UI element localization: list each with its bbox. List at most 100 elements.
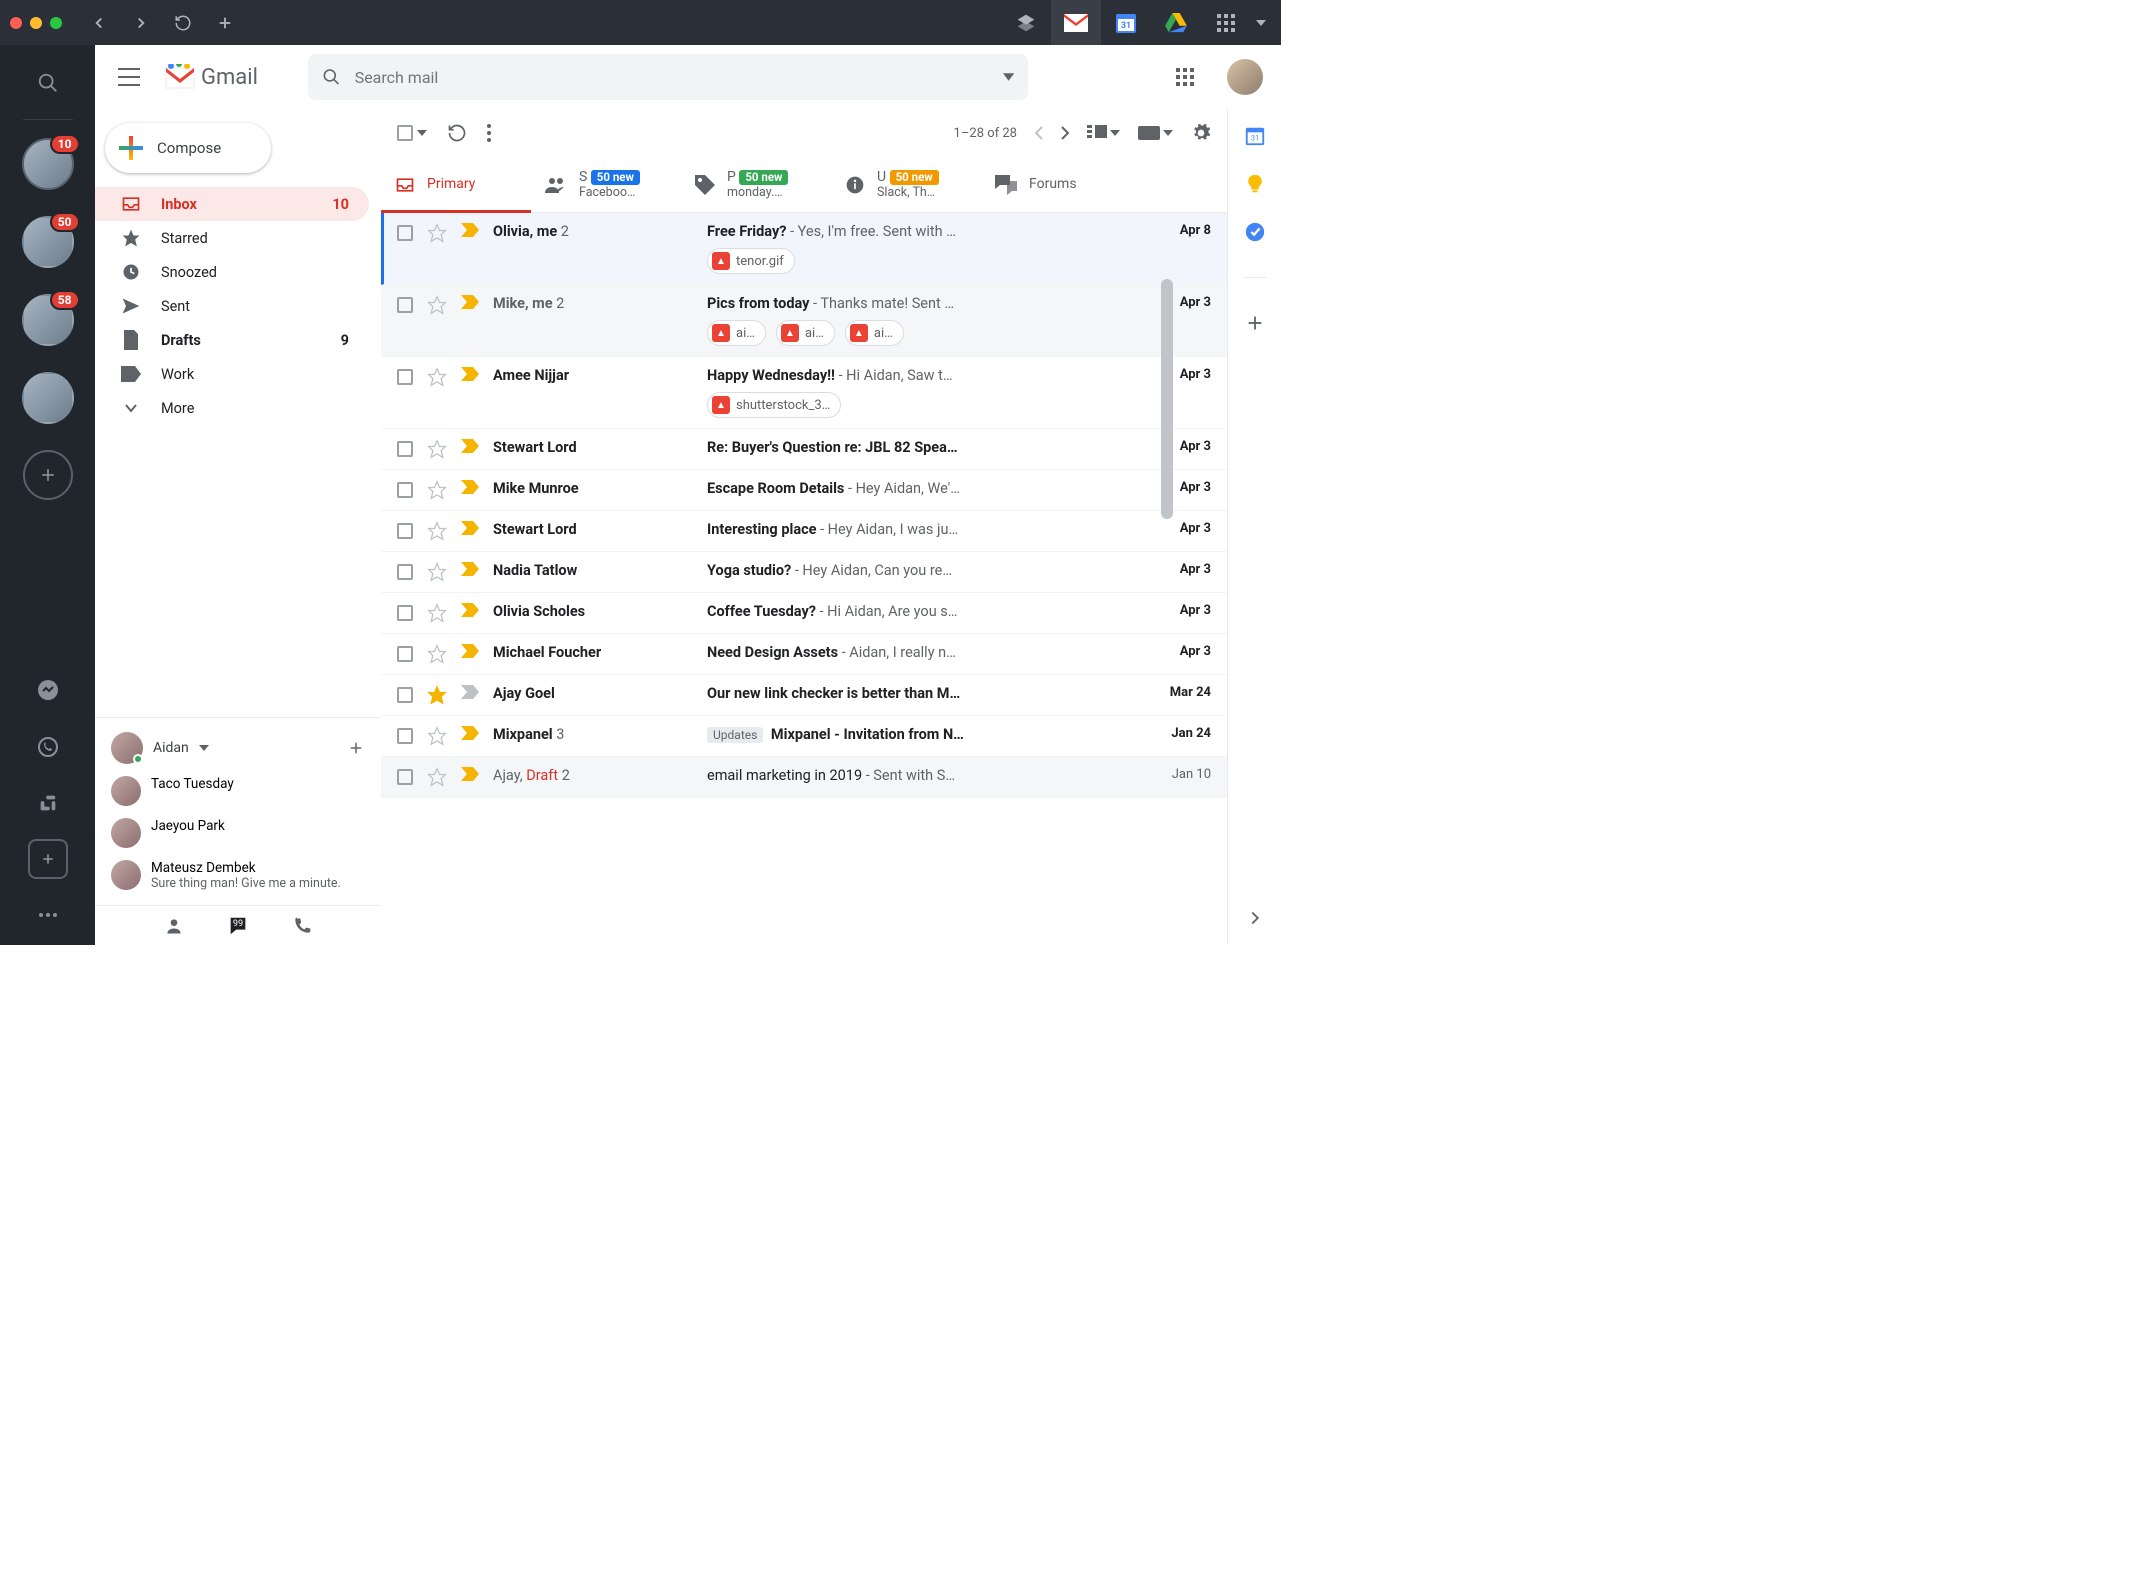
importance-marker[interactable] bbox=[461, 223, 479, 237]
star-icon[interactable] bbox=[427, 521, 447, 541]
minimize-window[interactable] bbox=[30, 17, 42, 29]
search-input[interactable] bbox=[355, 68, 1003, 87]
star-icon[interactable] bbox=[427, 603, 447, 623]
tasks-sidepanel-icon[interactable] bbox=[1244, 221, 1266, 243]
tab-primary[interactable]: Primary bbox=[381, 157, 531, 212]
star-icon[interactable] bbox=[427, 562, 447, 582]
addons-button[interactable] bbox=[1244, 312, 1266, 334]
attachment-chip[interactable]: ▲tenor.gif bbox=[707, 248, 795, 274]
star-icon[interactable] bbox=[427, 367, 447, 387]
nav-snoozed[interactable]: Snoozed bbox=[95, 255, 369, 289]
star-icon[interactable] bbox=[427, 295, 447, 315]
hangouts-contact[interactable]: Taco Tuesday bbox=[95, 770, 381, 812]
messenger-icon[interactable] bbox=[28, 671, 68, 711]
nav-back[interactable] bbox=[78, 0, 120, 45]
calendar-app-icon[interactable]: 31 bbox=[1101, 0, 1151, 45]
main-menu-icon[interactable] bbox=[105, 53, 153, 101]
new-tab-button[interactable] bbox=[204, 0, 246, 45]
refresh-button[interactable] bbox=[447, 123, 467, 143]
add-app-button[interactable] bbox=[28, 839, 68, 879]
importance-marker[interactable] bbox=[461, 480, 479, 494]
importance-marker[interactable] bbox=[461, 767, 479, 781]
importance-marker[interactable] bbox=[461, 726, 479, 740]
keep-sidepanel-icon[interactable] bbox=[1244, 173, 1266, 195]
importance-marker[interactable] bbox=[461, 603, 479, 617]
message-checkbox[interactable] bbox=[397, 225, 413, 241]
message-row[interactable]: Mixpanel 3Updates Mixpanel - Invitation … bbox=[381, 716, 1227, 757]
message-row[interactable]: Amee NijjarHappy Wednesday!! - Hi Aidan,… bbox=[381, 357, 1227, 429]
message-checkbox[interactable] bbox=[397, 564, 413, 580]
importance-marker[interactable] bbox=[461, 439, 479, 453]
hangouts-calls-tab[interactable] bbox=[282, 916, 322, 936]
message-checkbox[interactable] bbox=[397, 605, 413, 621]
reload-button[interactable] bbox=[162, 0, 204, 45]
message-row[interactable]: Stewart LordRe: Buyer's Question re: JBL… bbox=[381, 429, 1227, 470]
hangouts-chats-tab[interactable]: 99 bbox=[218, 915, 258, 937]
apps-grid-icon[interactable] bbox=[1201, 0, 1251, 45]
layers-icon[interactable] bbox=[1001, 0, 1051, 45]
tab-u[interactable]: U 50 newSlack, Th… bbox=[831, 157, 981, 212]
message-checkbox[interactable] bbox=[397, 523, 413, 539]
message-checkbox[interactable] bbox=[397, 369, 413, 385]
workspace-avatar-3[interactable] bbox=[22, 372, 74, 424]
input-tools-button[interactable] bbox=[1138, 126, 1173, 140]
attachment-chip[interactable]: ▲shutterstock_3… bbox=[707, 392, 841, 418]
compose-button[interactable]: Compose bbox=[105, 123, 271, 173]
star-icon[interactable] bbox=[427, 685, 447, 705]
message-row[interactable]: Ajay, Draft 2email marketing in 2019 - S… bbox=[381, 757, 1227, 798]
workspace-avatar-1[interactable]: 50 bbox=[22, 216, 74, 268]
importance-marker[interactable] bbox=[461, 295, 479, 309]
message-checkbox[interactable] bbox=[397, 769, 413, 785]
whatsapp-icon[interactable] bbox=[28, 727, 68, 767]
settings-button[interactable] bbox=[1191, 123, 1211, 143]
gmail-logo[interactable]: Gmail bbox=[163, 64, 258, 90]
nav-drafts[interactable]: Drafts9 bbox=[95, 323, 369, 357]
nav-work[interactable]: Work bbox=[95, 357, 369, 391]
message-row[interactable]: Ajay GoelOur new link checker is better … bbox=[381, 675, 1227, 716]
hangouts-contact[interactable]: Mateusz DembekSure thing man! Give me a … bbox=[95, 854, 381, 897]
workspace-avatar-2[interactable]: 58 bbox=[22, 294, 74, 346]
star-icon[interactable] bbox=[427, 223, 447, 243]
importance-marker[interactable] bbox=[461, 521, 479, 535]
select-all-checkbox[interactable] bbox=[397, 125, 427, 141]
gmail-app-icon[interactable] bbox=[1051, 0, 1101, 45]
message-checkbox[interactable] bbox=[397, 441, 413, 457]
hangouts-contacts-tab[interactable] bbox=[154, 916, 194, 936]
workspace-avatar-0[interactable]: 10 bbox=[22, 138, 74, 190]
importance-marker[interactable] bbox=[461, 644, 479, 658]
add-workspace-button[interactable] bbox=[23, 450, 73, 500]
attachment-chip[interactable]: ▲ai… bbox=[845, 320, 904, 346]
star-icon[interactable] bbox=[427, 726, 447, 746]
message-row[interactable]: Mike, me 2Pics from today - Thanks mate!… bbox=[381, 285, 1227, 357]
message-row[interactable]: Michael FoucherNeed Design Assets - Aida… bbox=[381, 634, 1227, 675]
tab-s[interactable]: S 50 newFaceboo… bbox=[531, 157, 681, 212]
message-row[interactable]: Nadia TatlowYoga studio? - Hey Aidan, Ca… bbox=[381, 552, 1227, 593]
nav-starred[interactable]: Starred bbox=[95, 221, 369, 255]
star-icon[interactable] bbox=[427, 480, 447, 500]
scrollbar-thumb[interactable] bbox=[1161, 279, 1173, 519]
message-row[interactable]: Olivia, me 2Free Friday? - Yes, I'm free… bbox=[381, 213, 1227, 285]
account-avatar[interactable] bbox=[1227, 59, 1263, 95]
nav-more[interactable]: More bbox=[95, 391, 369, 425]
message-checkbox[interactable] bbox=[397, 728, 413, 744]
message-checkbox[interactable] bbox=[397, 482, 413, 498]
message-checkbox[interactable] bbox=[397, 646, 413, 662]
page-prev-button[interactable] bbox=[1035, 126, 1043, 140]
star-icon[interactable] bbox=[427, 767, 447, 787]
importance-marker[interactable] bbox=[461, 562, 479, 576]
message-row[interactable]: Mike MunroeEscape Room Details - Hey Aid… bbox=[381, 470, 1227, 511]
maximize-window[interactable] bbox=[50, 17, 62, 29]
search-options-icon[interactable] bbox=[1003, 73, 1014, 81]
dock-search-icon[interactable] bbox=[28, 63, 68, 103]
collapse-sidepanel-icon[interactable] bbox=[1244, 907, 1266, 929]
google-apps-icon[interactable] bbox=[1165, 57, 1205, 97]
message-row[interactable]: Stewart LordInteresting place - Hey Aida… bbox=[381, 511, 1227, 552]
message-checkbox[interactable] bbox=[397, 687, 413, 703]
importance-marker[interactable] bbox=[461, 367, 479, 381]
tab-forums[interactable]: Forums bbox=[981, 157, 1131, 212]
nav-inbox[interactable]: Inbox10 bbox=[95, 187, 369, 221]
star-icon[interactable] bbox=[427, 644, 447, 664]
search-bar[interactable] bbox=[308, 54, 1028, 100]
slack-icon[interactable] bbox=[28, 783, 68, 823]
titlebar-dropdown-icon[interactable] bbox=[1251, 0, 1271, 45]
